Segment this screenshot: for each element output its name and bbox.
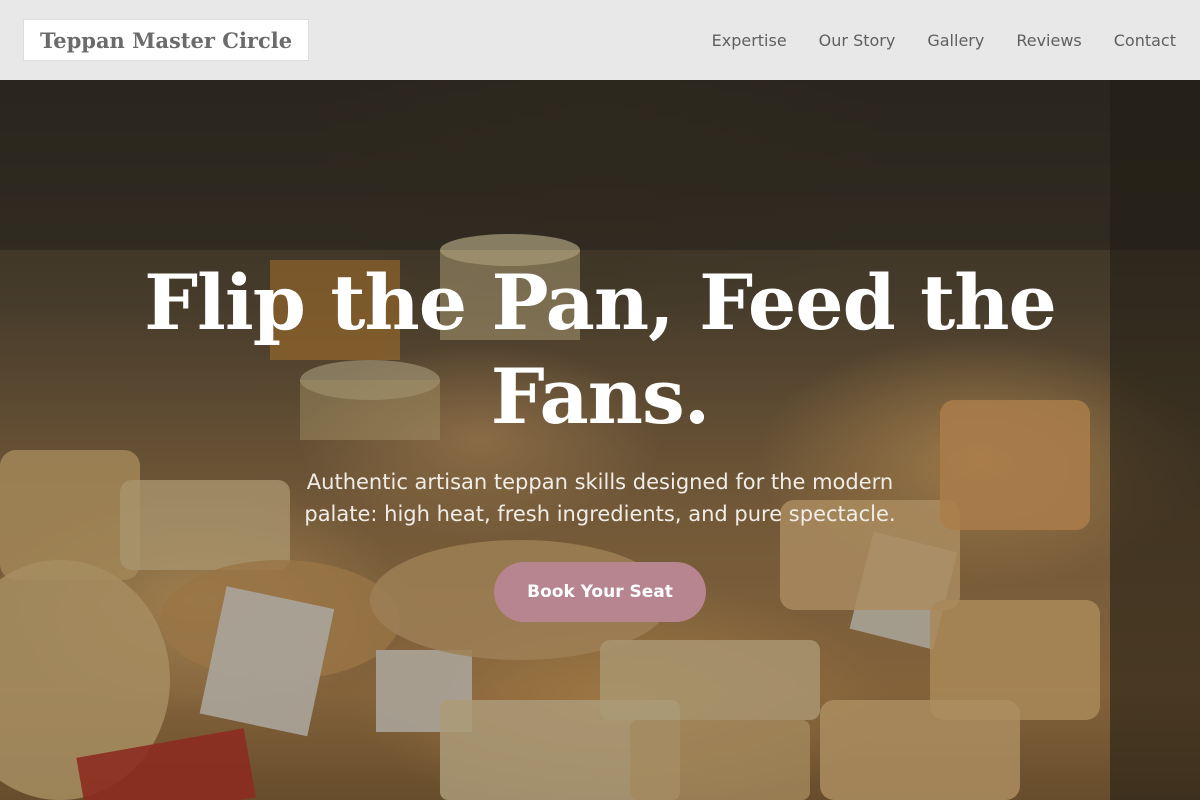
site-header: Teppan Master Circle Expertise Our Story… — [0, 0, 1200, 80]
site-logo[interactable]: Teppan Master Circle — [24, 20, 309, 60]
main-nav: Expertise Our Story Gallery Reviews Cont… — [712, 31, 1176, 50]
hero-section: Flip the Pan, Feed the Fans. Authentic a… — [0, 80, 1200, 800]
hero-content: Flip the Pan, Feed the Fans. Authentic a… — [0, 80, 1200, 800]
nav-link-our-story[interactable]: Our Story — [819, 31, 896, 50]
nav-link-contact[interactable]: Contact — [1114, 31, 1176, 50]
hero-title: Flip the Pan, Feed the Fans. — [144, 258, 1057, 441]
hero-subtitle: Authentic artisan teppan skills designed… — [304, 470, 896, 526]
nav-link-reviews[interactable]: Reviews — [1016, 31, 1081, 50]
nav-link-expertise[interactable]: Expertise — [712, 31, 787, 50]
book-seat-button[interactable]: Book Your Seat — [494, 562, 706, 622]
nav-link-gallery[interactable]: Gallery — [927, 31, 984, 50]
